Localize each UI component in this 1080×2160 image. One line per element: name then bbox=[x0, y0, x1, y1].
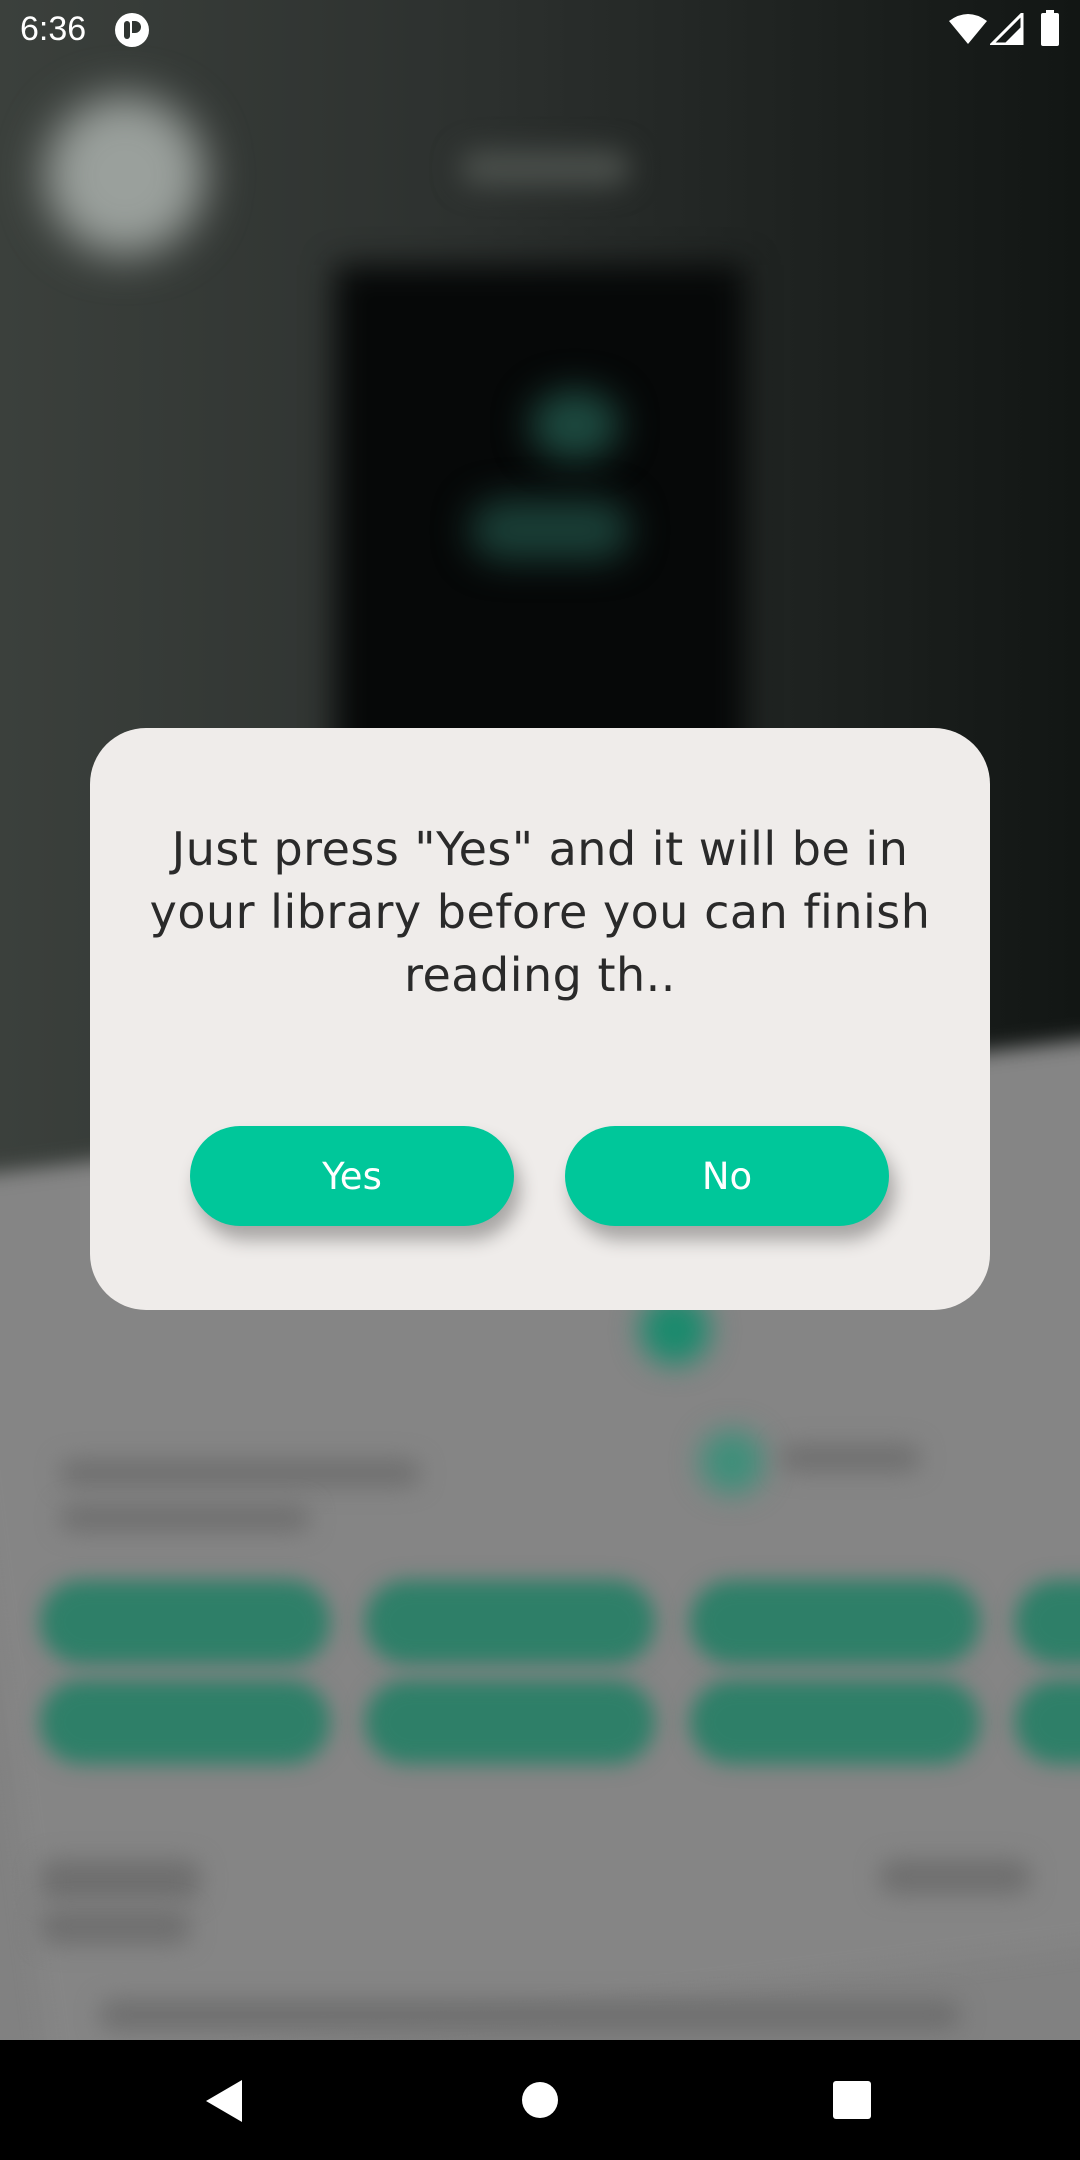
blurred-genre-chip bbox=[40, 1580, 330, 1664]
blurred-text-line bbox=[40, 1860, 200, 1900]
screen: 6:36 Just press "Yes" and it will be in … bbox=[0, 0, 1080, 2160]
no-button[interactable]: No bbox=[565, 1126, 889, 1226]
blurred-avatar bbox=[45, 95, 205, 255]
add-to-library-dialog: Just press "Yes" and it will be in your … bbox=[90, 728, 990, 1310]
home-icon[interactable] bbox=[521, 2081, 559, 2119]
status-time: 6:36 bbox=[20, 10, 87, 48]
cell-signal-icon bbox=[990, 13, 1024, 45]
wifi-icon bbox=[949, 14, 987, 44]
app-notification-icon bbox=[115, 13, 149, 47]
blurred-book-cover-detail bbox=[470, 500, 630, 560]
blurred-book-cover-detail bbox=[530, 390, 620, 460]
blurred-text-line bbox=[880, 1860, 1030, 1894]
dialog-message: Just press "Yes" and it will be in your … bbox=[149, 822, 931, 1002]
blurred-text-line bbox=[60, 1460, 420, 1486]
battery-icon bbox=[1041, 10, 1059, 46]
blurred-title bbox=[460, 150, 630, 186]
blurred-genre-chip bbox=[365, 1680, 655, 1764]
blurred-genre-chip bbox=[40, 1680, 330, 1764]
blurred-genre-chip bbox=[365, 1580, 655, 1664]
back-icon[interactable] bbox=[202, 2078, 246, 2124]
blurred-text-line bbox=[100, 2000, 960, 2030]
blurred-icon bbox=[700, 1430, 764, 1494]
blurred-text-line bbox=[60, 1505, 310, 1531]
blurred-text-line bbox=[40, 1910, 190, 1944]
blurred-genre-chip bbox=[690, 1680, 980, 1764]
recents-icon[interactable] bbox=[833, 2081, 871, 2119]
navigation-bar bbox=[0, 2040, 1080, 2160]
blurred-text-line bbox=[780, 1445, 920, 1471]
status-bar: 6:36 bbox=[0, 0, 1080, 60]
blurred-genre-chip bbox=[690, 1580, 980, 1664]
yes-button[interactable]: Yes bbox=[190, 1126, 514, 1226]
